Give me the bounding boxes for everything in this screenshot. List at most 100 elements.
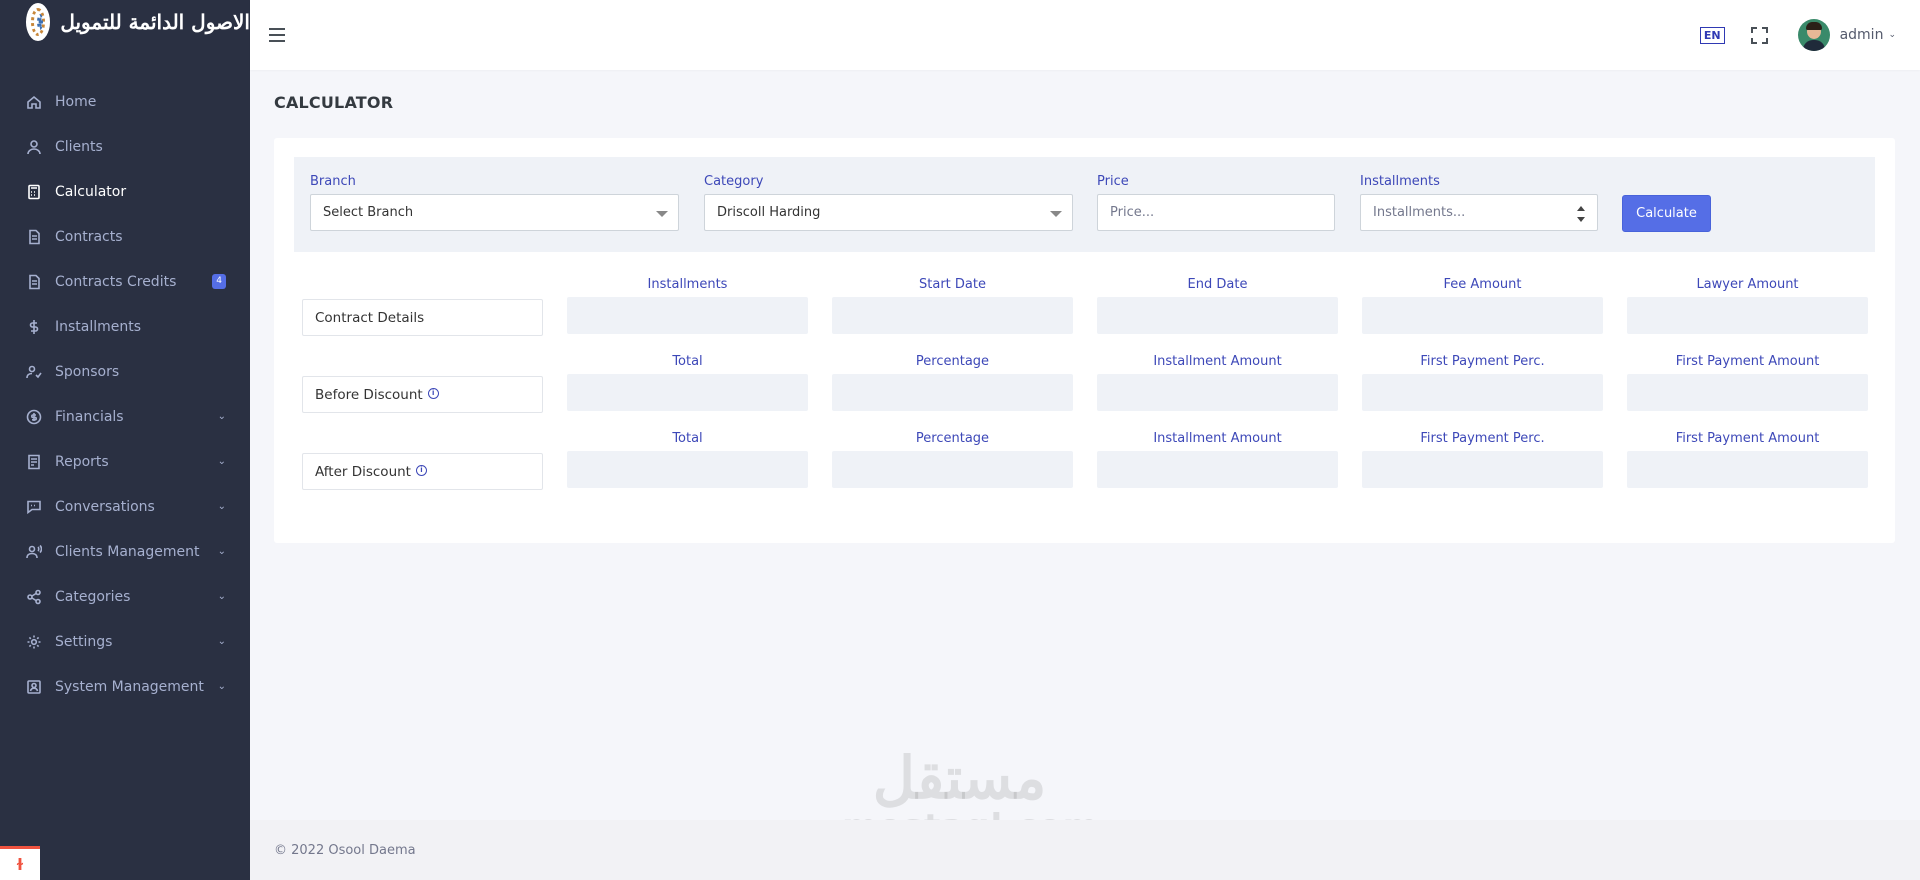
result-field <box>832 374 1073 411</box>
column-header: First Payment Amount <box>1675 431 1820 446</box>
page-title: CALCULATOR <box>274 93 394 112</box>
result-field <box>1627 451 1868 488</box>
sidebar-item-installments[interactable]: Installments <box>0 304 250 349</box>
sidebar-item-label: Sponsors <box>55 363 120 380</box>
calculate-button[interactable]: Calculate <box>1622 195 1711 232</box>
price-input[interactable]: Price... <box>1097 194 1335 231</box>
row-label-after-discount: After Discount i <box>302 453 543 490</box>
result-field <box>1097 451 1338 488</box>
home-icon <box>25 93 43 111</box>
sidebar-item-label: Reports <box>55 453 109 470</box>
count-badge: 4 <box>212 274 226 289</box>
row-label-before-discount: Before Discount i <box>302 376 543 413</box>
sidebar-item-contracts-credits[interactable]: Contracts Credits 4 <box>0 259 250 304</box>
caret-down-icon <box>656 211 668 217</box>
branch-group: Branch Select Branch <box>310 174 679 231</box>
chevron-down-icon[interactable]: ⌄ <box>1888 30 1896 40</box>
row-label-text: Contract Details <box>315 309 425 326</box>
sidebar-item-label: Installments <box>55 318 142 335</box>
sidebar-item-reports[interactable]: Reports ⌄ <box>0 439 250 484</box>
sidebar-item-calculator[interactable]: Calculator <box>0 169 250 214</box>
chevron-down-icon: ⌄ <box>217 681 226 692</box>
dollar-icon <box>25 318 43 336</box>
brand-logo <box>26 3 51 41</box>
column-header: Installment Amount <box>1153 431 1282 446</box>
sidebar-item-label: Calculator <box>55 183 127 200</box>
sidebar: الاصول الدائمة للتمويل Home Clients Calcul… <box>0 0 250 880</box>
fullscreen-icon[interactable] <box>1750 26 1768 44</box>
laravel-icon[interactable]: ɫ <box>0 846 40 880</box>
user-name[interactable]: admin <box>1840 27 1884 43</box>
menu-toggle-icon[interactable] <box>269 28 285 42</box>
caret-down-icon <box>1050 211 1062 217</box>
row-label-contract-details: Contract Details <box>302 299 543 336</box>
sidebar-item-label: Home <box>55 93 97 110</box>
calculator-form: Branch Select Branch Category Driscoll H… <box>294 157 1875 252</box>
report-icon <box>25 453 43 471</box>
info-icon[interactable]: i <box>415 464 427 476</box>
column-header: Start Date <box>919 277 986 292</box>
user-check-icon <box>25 363 43 381</box>
chevron-down-icon: ⌄ <box>217 591 226 602</box>
sidebar-item-system-management[interactable]: System Management ⌄ <box>0 664 250 709</box>
stepper-icon[interactable] <box>1577 206 1585 222</box>
branch-select[interactable]: Select Branch <box>310 194 679 231</box>
id-card-icon <box>25 678 43 696</box>
sidebar-item-label: Categories <box>55 588 131 605</box>
coin-icon <box>25 408 43 426</box>
category-select-value: Driscoll Harding <box>717 205 821 220</box>
info-icon[interactable]: i <box>427 387 439 399</box>
sidebar-item-sponsors[interactable]: Sponsors <box>0 349 250 394</box>
sidebar-item-clients-management[interactable]: Clients Management ⌄ <box>0 529 250 574</box>
column-header: End Date <box>1187 277 1248 292</box>
result-field <box>567 451 808 488</box>
column-header: First Payment Perc. <box>1420 354 1545 369</box>
column-header: Percentage <box>915 354 990 369</box>
sidebar-item-settings[interactable]: Settings ⌄ <box>0 619 250 664</box>
sidebar-item-home[interactable]: Home <box>0 79 250 124</box>
price-placeholder: Price... <box>1110 205 1155 220</box>
calculator-icon <box>25 183 43 201</box>
user-icon <box>25 138 43 156</box>
sidebar-item-label: Contracts <box>55 228 123 245</box>
sidebar-item-clients[interactable]: Clients <box>0 124 250 169</box>
category-group: Category Driscoll Harding <box>704 174 1073 231</box>
sidebar-item-financials[interactable]: Financials ⌄ <box>0 394 250 439</box>
branch-label: Branch <box>310 174 356 189</box>
row-label-text: After Discount <box>315 463 411 480</box>
user-voice-icon <box>25 543 43 561</box>
sidebar-item-conversations[interactable]: Conversations ⌄ <box>0 484 250 529</box>
chevron-down-icon: ⌄ <box>217 456 226 467</box>
chevron-down-icon: ⌄ <box>217 546 226 557</box>
column-header: Total <box>672 354 703 369</box>
result-field <box>1362 374 1603 411</box>
sidebar-item-categories[interactable]: Categories ⌄ <box>0 574 250 619</box>
document-icon <box>25 228 43 246</box>
chevron-down-icon: ⌄ <box>217 501 226 512</box>
result-field <box>567 297 808 334</box>
chevron-down-icon: ⌄ <box>217 411 226 422</box>
language-switch[interactable]: EN <box>1699 26 1725 44</box>
result-field <box>832 451 1073 488</box>
column-header: Lawyer Amount <box>1696 277 1799 292</box>
brand[interactable]: الاصول الدائمة للتمويل <box>0 0 250 44</box>
sidebar-item-label: Contracts Credits <box>55 273 177 290</box>
row-label-text: Before Discount <box>315 386 423 403</box>
column-header: Total <box>672 431 703 446</box>
avatar[interactable] <box>1797 19 1830 51</box>
column-header: Installment Amount <box>1153 354 1282 369</box>
gear-icon <box>25 633 43 651</box>
result-field <box>1362 297 1603 334</box>
result-field <box>1627 297 1868 334</box>
result-field <box>567 374 808 411</box>
sidebar-item-contracts[interactable]: Contracts <box>0 214 250 259</box>
installments-group: Installments Installments... <box>1360 174 1598 231</box>
result-field <box>1097 374 1338 411</box>
chat-icon <box>25 498 43 516</box>
sidebar-item-label: System Management <box>55 678 204 695</box>
share-icon <box>25 588 43 606</box>
installments-input[interactable]: Installments... <box>1360 194 1598 231</box>
result-field <box>1362 451 1603 488</box>
category-select[interactable]: Driscoll Harding <box>704 194 1073 231</box>
chevron-down-icon: ⌄ <box>217 636 226 647</box>
